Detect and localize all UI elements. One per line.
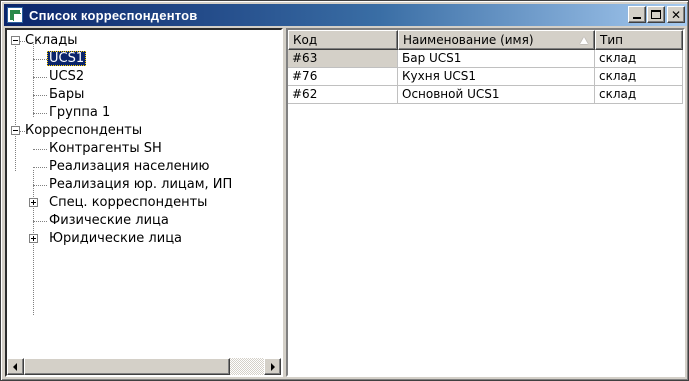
table-row[interactable]: #62 Основной UCS1 склад	[288, 86, 683, 104]
cell-code[interactable]: #63	[288, 50, 398, 68]
scrollbar-track[interactable]	[230, 358, 264, 375]
tree-item[interactable]: Юридические лица	[47, 230, 184, 248]
tree-item-label-selected: UCS1	[47, 51, 87, 66]
cell-type[interactable]: склад	[595, 50, 683, 68]
app-icon	[7, 7, 23, 23]
column-header-label: Код	[293, 33, 318, 47]
cell-type[interactable]: склад	[595, 68, 683, 86]
grid-header: Код Наименование (имя) Тип	[288, 30, 683, 50]
cell-code[interactable]: #76	[288, 68, 398, 86]
tree-line	[33, 149, 47, 150]
tree-line	[33, 77, 47, 78]
tree-item[interactable]: Склады	[23, 32, 79, 50]
scroll-left-button[interactable]	[7, 358, 24, 375]
tree-item-label: UCS2	[49, 69, 85, 84]
minimize-icon	[633, 17, 641, 19]
tree-item[interactable]: Физические лица	[47, 212, 171, 230]
tree-item-label: Спец. корреспонденты	[49, 195, 208, 210]
tree-line	[15, 44, 16, 171]
tree-item-label: Юридические лица	[49, 231, 183, 246]
column-header-code[interactable]: Код	[288, 30, 398, 50]
tree-item-label: Бары	[49, 87, 85, 102]
tree-item[interactable]: Контрагенты SH	[47, 140, 164, 158]
tree-item[interactable]: Спец. корреспонденты	[47, 194, 209, 212]
table-row[interactable]: #63 Бар UCS1 склад	[288, 50, 683, 68]
tree-line	[33, 167, 47, 168]
maximize-icon	[651, 10, 661, 19]
column-header-name[interactable]: Наименование (имя)	[398, 30, 595, 50]
collapse-minus-icon[interactable]	[11, 36, 20, 45]
close-button[interactable]: ✕	[667, 6, 685, 23]
maximize-button[interactable]	[647, 6, 665, 23]
correspondents-window: Список корреспондентов ✕ Склады UCS1 UCS2 Б…	[0, 0, 689, 381]
grid-body: #63 Бар UCS1 склад #76 Кухня UCS1 склад #62 Осн…	[288, 50, 683, 104]
tree-item[interactable]: UCS2	[47, 68, 86, 86]
tree-item[interactable]: Реализация юр. лицам, ИП	[47, 176, 234, 194]
column-header-label: Наименование (имя)	[403, 33, 534, 47]
tree-line	[33, 59, 47, 60]
tree-item[interactable]: Реализация населению	[47, 158, 212, 176]
window-controls: ✕	[627, 6, 685, 23]
arrow-left-icon	[13, 363, 17, 371]
table-row[interactable]: #76 Кухня UCS1 склад	[288, 68, 683, 86]
column-header-type[interactable]: Тип	[595, 30, 683, 50]
scroll-right-button[interactable]	[264, 358, 281, 375]
tree-item[interactable]: Группа 1	[47, 104, 112, 122]
tree-item[interactable]: Корреспонденты	[23, 122, 144, 140]
tree-view[interactable]: Склады UCS1 UCS2 Бары Группа 1 Корреспонденты…	[7, 30, 281, 357]
tree-line	[33, 221, 47, 222]
minimize-button[interactable]	[628, 6, 646, 23]
tree-item-label: Реализация юр. лицам, ИП	[49, 177, 233, 192]
expand-plus-icon[interactable]	[29, 198, 38, 207]
tree-item-label: Корреспонденты	[25, 123, 143, 138]
scrollbar-thumb[interactable]	[24, 358, 230, 375]
tree-panel[interactable]: Склады UCS1 UCS2 Бары Группа 1 Корреспонденты…	[5, 28, 283, 377]
tree-line	[33, 185, 47, 186]
cell-type[interactable]: склад	[595, 86, 683, 104]
arrow-right-icon	[271, 363, 275, 371]
tree-item-label: Физические лица	[49, 213, 169, 228]
tree-item-label: Группа 1	[49, 105, 111, 120]
tree-item-label: Реализация населению	[49, 159, 210, 174]
tree-line	[33, 44, 34, 117]
column-header-label: Тип	[600, 33, 623, 47]
tree-line	[33, 113, 47, 114]
correspondents-grid[interactable]: Код Наименование (имя) Тип #63 Бар UCS1 ск…	[286, 28, 685, 377]
tree-item-label: Контрагенты SH	[49, 141, 162, 156]
tree-line	[33, 95, 47, 96]
cell-name[interactable]: Кухня UCS1	[398, 68, 595, 86]
tree-item[interactable]: UCS1	[47, 50, 87, 68]
tree-item[interactable]: Бары	[47, 86, 86, 104]
collapse-minus-icon[interactable]	[11, 126, 20, 135]
cell-name[interactable]: Основной UCS1	[398, 86, 595, 104]
sort-ascending-icon	[580, 37, 588, 44]
cell-name[interactable]: Бар UCS1	[398, 50, 595, 68]
tree-horizontal-scrollbar[interactable]	[7, 358, 281, 375]
title-bar[interactable]: Список корреспондентов ✕	[4, 4, 687, 26]
close-icon: ✕	[670, 7, 682, 22]
tree-item-label: Склады	[25, 33, 78, 48]
expand-plus-icon[interactable]	[29, 234, 38, 243]
cell-code[interactable]: #62	[288, 86, 398, 104]
window-title: Список корреспондентов	[29, 7, 198, 23]
